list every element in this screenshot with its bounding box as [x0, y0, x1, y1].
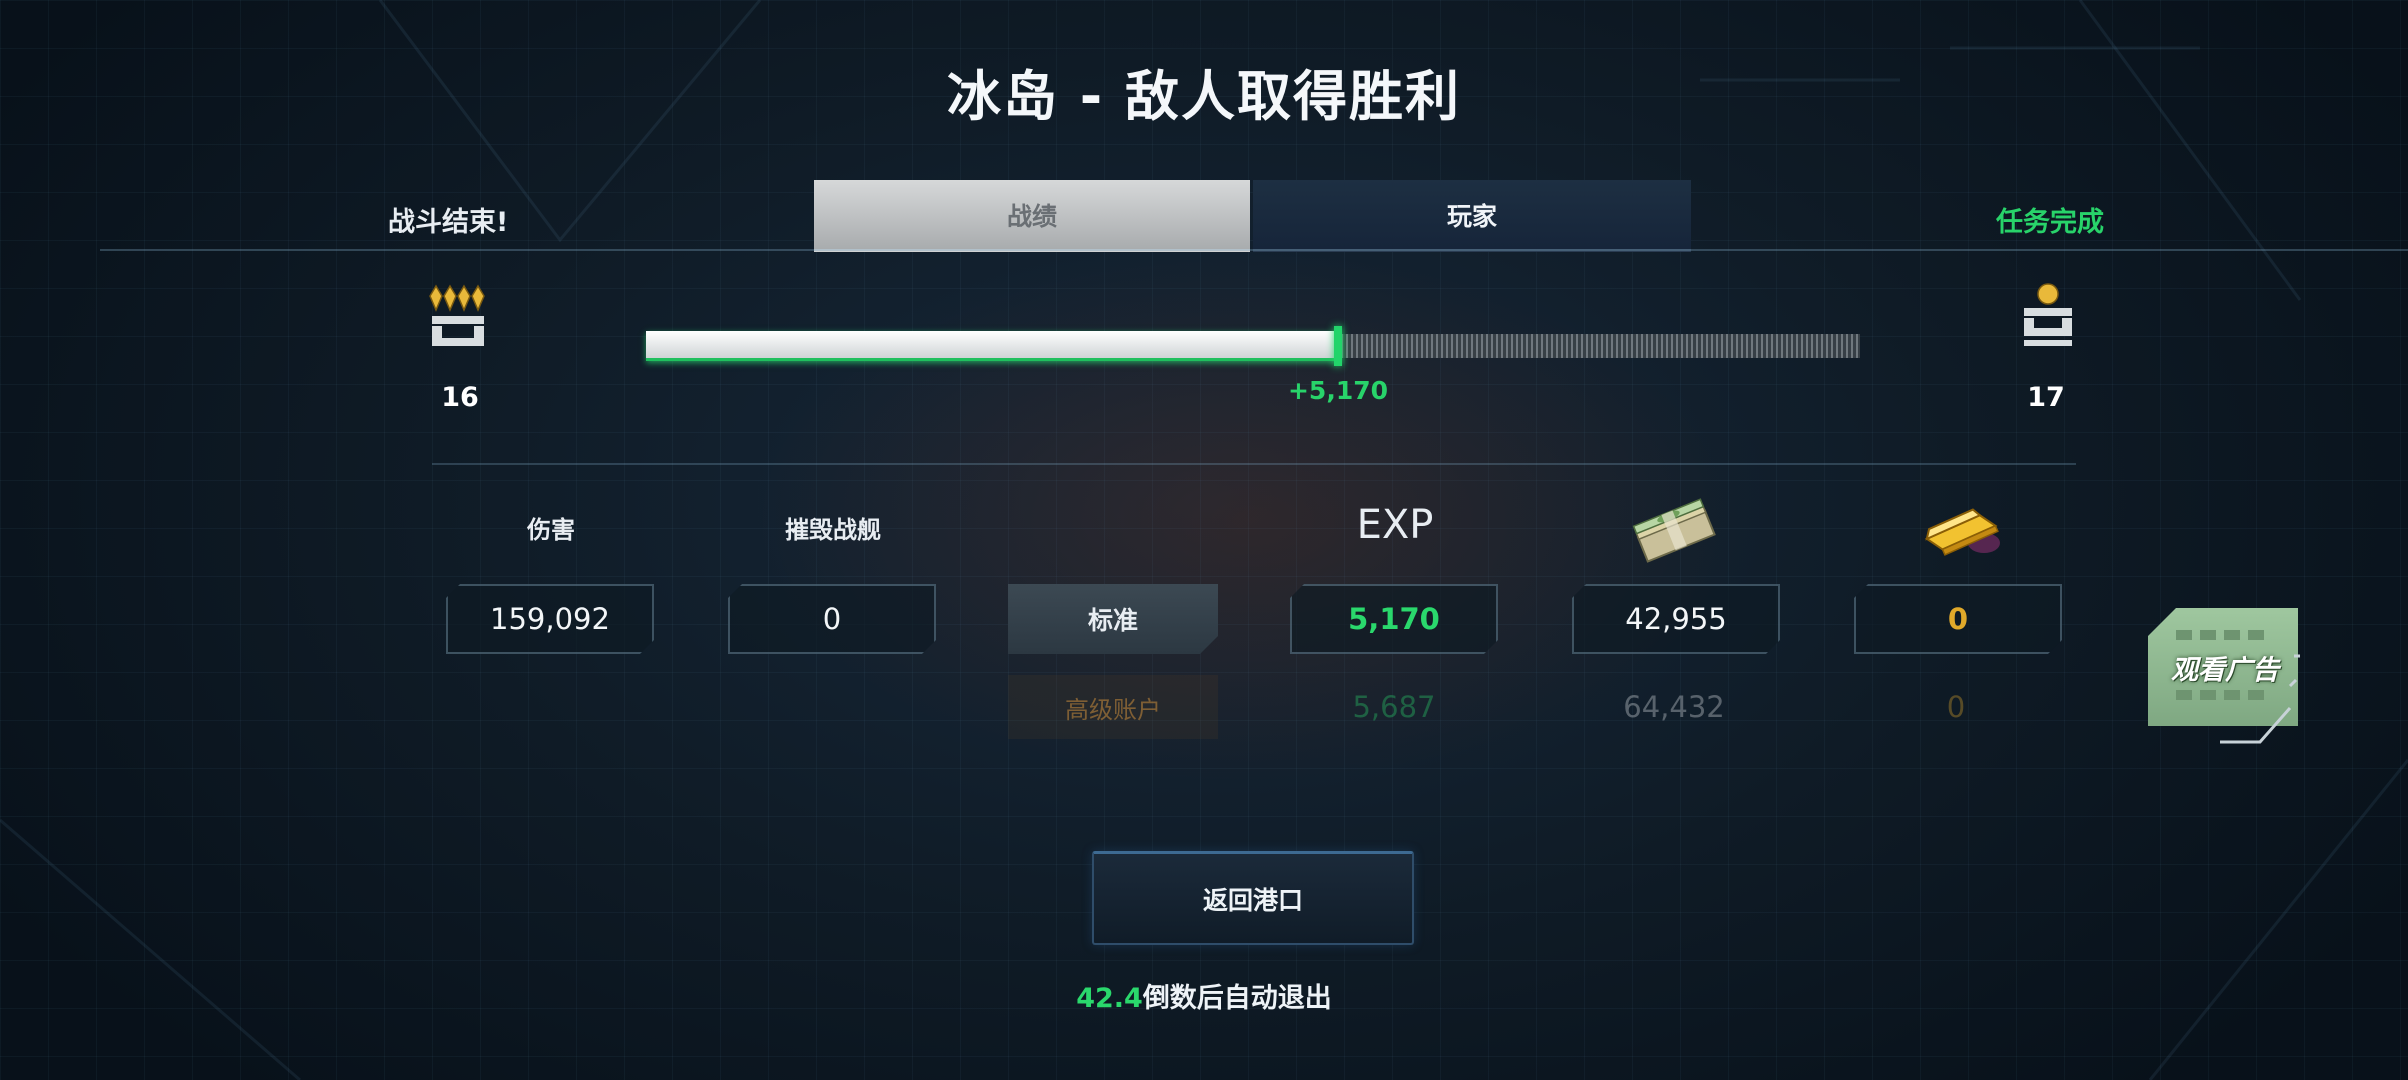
gold-premium-value: 0	[1946, 690, 1966, 724]
standard-row-label: 标准	[1008, 584, 1218, 654]
countdown-suffix: 倒数后自动退出	[1142, 983, 1332, 1014]
section-divider	[432, 463, 2076, 465]
credits-standard-value: 42,955	[1572, 584, 1780, 654]
exp-header: EXP	[1356, 502, 1434, 548]
ad-corner-decoration	[2220, 654, 2300, 744]
mission-status: 任务完成	[1996, 207, 2104, 238]
return-to-port-button[interactable]: 返回港口	[1092, 851, 1414, 945]
damage-value: 159,092	[446, 584, 654, 654]
exp-standard-value: 5,170	[1290, 584, 1498, 654]
damage-header: 伤害	[527, 516, 575, 544]
tab-stats[interactable]: 战绩	[814, 180, 1250, 252]
premium-row-label: 高级账户	[1008, 675, 1218, 739]
page-title: 冰岛 - 敌人取得胜利	[946, 65, 1461, 128]
ships-destroyed-value: 0	[728, 584, 936, 654]
gold-bar-icon	[1924, 508, 2000, 556]
current-level: 16	[441, 382, 479, 413]
gold-standard-value: 0	[1854, 584, 2062, 654]
tab-players[interactable]: 玩家	[1253, 180, 1691, 252]
xp-gain-label: +5,170	[1287, 376, 1389, 405]
rank-chevrons-icon	[429, 284, 485, 346]
money-stack-icon	[1632, 498, 1716, 563]
exp-premium-value: 5,687	[1352, 690, 1436, 724]
next-level: 17	[2027, 382, 2065, 413]
credits-premium-value: 64,432	[1623, 690, 1725, 724]
ships-destroyed-header: 摧毁战舰	[785, 516, 881, 544]
header-divider	[100, 249, 2408, 251]
countdown-value: 42.4	[1076, 983, 1143, 1014]
battle-status: 战斗结束!	[388, 207, 509, 238]
xp-progress-fill	[646, 331, 1338, 361]
rank-star-icon	[2024, 283, 2072, 346]
auto-exit-countdown: 42.4倒数后自动退出	[0, 976, 2408, 1015]
xp-progress-marker	[1334, 326, 1342, 366]
